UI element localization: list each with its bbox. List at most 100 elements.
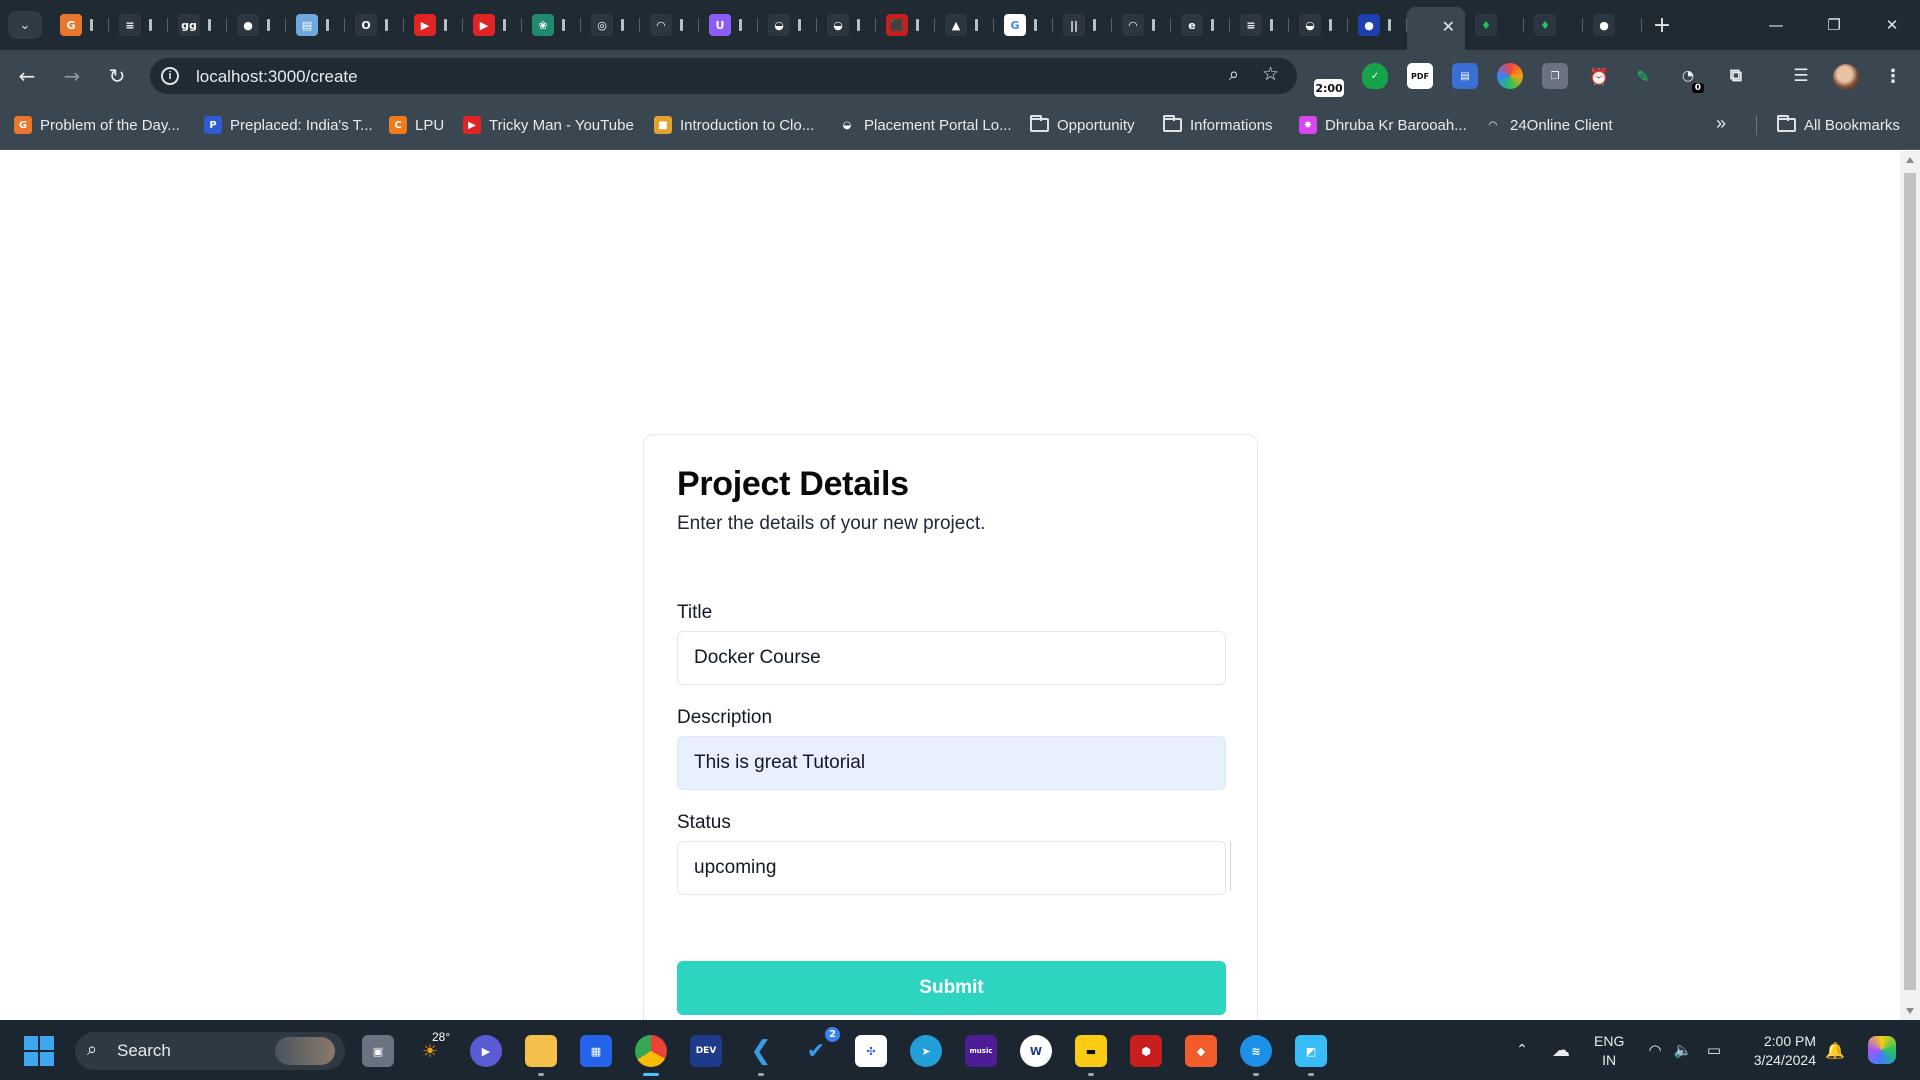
- tab-search-button[interactable]: ⌄: [8, 11, 42, 39]
- close-tab-icon[interactable]: ✕: [1442, 17, 1455, 36]
- volume-icon[interactable]: 🔈: [1670, 1020, 1696, 1080]
- reload-button[interactable]: ↻: [100, 59, 134, 93]
- browser-tab[interactable]: ●: [1583, 7, 1642, 43]
- browser-tab[interactable]: G: [50, 7, 109, 43]
- start-button[interactable]: [24, 1036, 54, 1066]
- bookmark-item[interactable]: Informations: [1163, 115, 1273, 135]
- timer-extension-icon[interactable]: 2:00: [1314, 79, 1344, 97]
- copy-extension-icon[interactable]: ❐: [1542, 63, 1568, 89]
- bookmark-item[interactable]: ■ Introduction to Clo...: [654, 115, 814, 135]
- system-clock[interactable]: 2:00 PM 3/24/2024: [1746, 1032, 1816, 1070]
- bookmark-item[interactable]: ▶ Tricky Man - YouTube: [463, 115, 634, 135]
- url-text[interactable]: localhost:3000/create: [196, 67, 358, 87]
- browser-tab[interactable]: ◠: [640, 7, 699, 43]
- color-extension-icon[interactable]: [1497, 63, 1523, 89]
- browser-tab[interactable]: ●: [227, 7, 286, 43]
- browser-tab[interactable]: O: [345, 7, 404, 43]
- browser-tab[interactable]: gg: [168, 7, 227, 43]
- bookmarks-overflow-icon[interactable]: »: [1716, 113, 1726, 133]
- scroll-down-icon[interactable]: [1906, 1008, 1914, 1014]
- browser-tab[interactable]: ≡: [1230, 7, 1289, 43]
- browser-tab[interactable]: ◒: [817, 7, 876, 43]
- submit-button[interactable]: Submit: [677, 961, 1226, 1015]
- tray-overflow-chevron-icon[interactable]: ⌃: [1508, 1020, 1536, 1080]
- new-tab-button[interactable]: +: [1642, 7, 1682, 43]
- sticky-notes-icon[interactable]: ▬: [1075, 1035, 1107, 1076]
- zoom-icon[interactable]: ⌕: [1229, 64, 1239, 85]
- vscode-icon[interactable]: ❮: [745, 1035, 777, 1076]
- teams-chat-icon[interactable]: ▶: [470, 1035, 502, 1067]
- minimize-button[interactable]: —: [1748, 0, 1804, 50]
- bookmark-item[interactable]: ✸ Dhruba Kr Barooah...: [1299, 115, 1467, 135]
- chrome-app-icon[interactable]: [635, 1035, 667, 1076]
- profile-avatar[interactable]: [1833, 64, 1859, 90]
- restore-button[interactable]: ❐: [1806, 0, 1862, 50]
- browser-tab[interactable]: ◒: [1289, 7, 1348, 43]
- back-button[interactable]: ←: [10, 59, 44, 93]
- docker-icon[interactable]: ≋: [1240, 1035, 1272, 1076]
- file-explorer-icon[interactable]: [525, 1035, 557, 1076]
- all-bookmarks-button[interactable]: All Bookmarks: [1777, 115, 1900, 135]
- language-indicator[interactable]: ENG IN: [1594, 1032, 1624, 1070]
- acrobat-icon[interactable]: ⬢: [1130, 1035, 1162, 1067]
- browser-tab[interactable]: G: [994, 7, 1053, 43]
- todo-app-icon[interactable]: ✔ 2: [800, 1027, 840, 1067]
- onedrive-cloud-icon[interactable]: ☁: [1546, 1020, 1576, 1080]
- bookmark-item[interactable]: P Preplaced: India's T...: [204, 115, 373, 135]
- browser-tab[interactable]: ◠: [1112, 7, 1171, 43]
- pen-extension-icon[interactable]: ✎: [1630, 63, 1656, 89]
- browser-tab[interactable]: ▶: [404, 7, 463, 43]
- brave-browser-icon[interactable]: ◆: [1185, 1035, 1217, 1067]
- media-control-icon[interactable]: ☰: [1788, 63, 1814, 89]
- dev-app-icon[interactable]: DEV: [690, 1035, 722, 1067]
- amazon-music-icon[interactable]: music: [965, 1035, 997, 1067]
- word-app-icon[interactable]: W: [1020, 1035, 1052, 1067]
- copilot-icon[interactable]: [1862, 1020, 1902, 1080]
- microsoft-store-icon[interactable]: ▦: [580, 1035, 612, 1067]
- page-scrollbar[interactable]: [1900, 151, 1920, 1020]
- browser-tab[interactable]: ≡: [109, 7, 168, 43]
- bookmark-star-icon[interactable]: ☆: [1262, 63, 1279, 85]
- browser-tab[interactable]: ⬛: [876, 7, 935, 43]
- alarm-extension-icon[interactable]: ⏰: [1586, 63, 1612, 89]
- task-view-icon[interactable]: ▣: [362, 1035, 394, 1067]
- photos-app-icon[interactable]: ◩: [1295, 1035, 1327, 1076]
- bookmark-item[interactable]: Opportunity: [1030, 115, 1135, 135]
- notification-bell-icon[interactable]: 🔔: [1822, 1020, 1848, 1080]
- browser-tab[interactable]: ◒: [758, 7, 817, 43]
- browser-tab[interactable]: ▤: [286, 7, 345, 43]
- menu-kebab-icon[interactable]: ⋮: [1880, 63, 1906, 89]
- telegram-icon[interactable]: ➤: [910, 1035, 942, 1067]
- snipping-tool-icon[interactable]: ✣: [855, 1035, 887, 1067]
- close-window-button[interactable]: ✕: [1864, 0, 1920, 50]
- shield-extension-icon[interactable]: ✓: [1362, 63, 1388, 89]
- title-input[interactable]: [677, 631, 1226, 685]
- status-input[interactable]: [677, 841, 1226, 895]
- scroll-up-icon[interactable]: [1906, 157, 1914, 163]
- address-bar[interactable]: i localhost:3000/create ⌕ ☆: [150, 58, 1297, 94]
- browser-tab[interactable]: e: [1171, 7, 1230, 43]
- window-extension-icon[interactable]: ▤: [1452, 63, 1478, 89]
- battery-icon[interactable]: ▭: [1700, 1020, 1728, 1080]
- wifi-icon[interactable]: ◠: [1642, 1020, 1668, 1080]
- extensions-puzzle-icon[interactable]: ⧉: [1723, 63, 1749, 89]
- scrollbar-thumb[interactable]: [1904, 173, 1916, 990]
- browser-tab[interactable]: ●: [1348, 7, 1407, 43]
- notification-extension-icon[interactable]: ◔ 0: [1675, 63, 1704, 93]
- site-info-icon[interactable]: i: [161, 67, 179, 85]
- browser-tab[interactable]: ||: [1053, 7, 1112, 43]
- active-browser-tab[interactable]: ✕: [1407, 7, 1465, 50]
- browser-tab[interactable]: U: [699, 7, 758, 43]
- browser-tab[interactable]: ▶: [463, 7, 522, 43]
- forward-button[interactable]: →: [55, 59, 89, 93]
- browser-tab[interactable]: ◎: [581, 7, 640, 43]
- browser-tab[interactable]: ♦: [1524, 7, 1583, 43]
- bookmark-item[interactable]: ◠ 24Online Client: [1484, 115, 1613, 135]
- bookmark-item[interactable]: G Problem of the Day...: [14, 115, 180, 135]
- browser-tab[interactable]: ♦: [1465, 7, 1524, 43]
- ilovepdf-extension-icon[interactable]: PDF: [1407, 63, 1433, 89]
- taskbar-search-box[interactable]: ⌕ Search: [75, 1032, 345, 1070]
- bookmark-item[interactable]: C LPU: [389, 115, 444, 135]
- browser-tab[interactable]: ▲: [935, 7, 994, 43]
- browser-tab[interactable]: ❀: [522, 7, 581, 43]
